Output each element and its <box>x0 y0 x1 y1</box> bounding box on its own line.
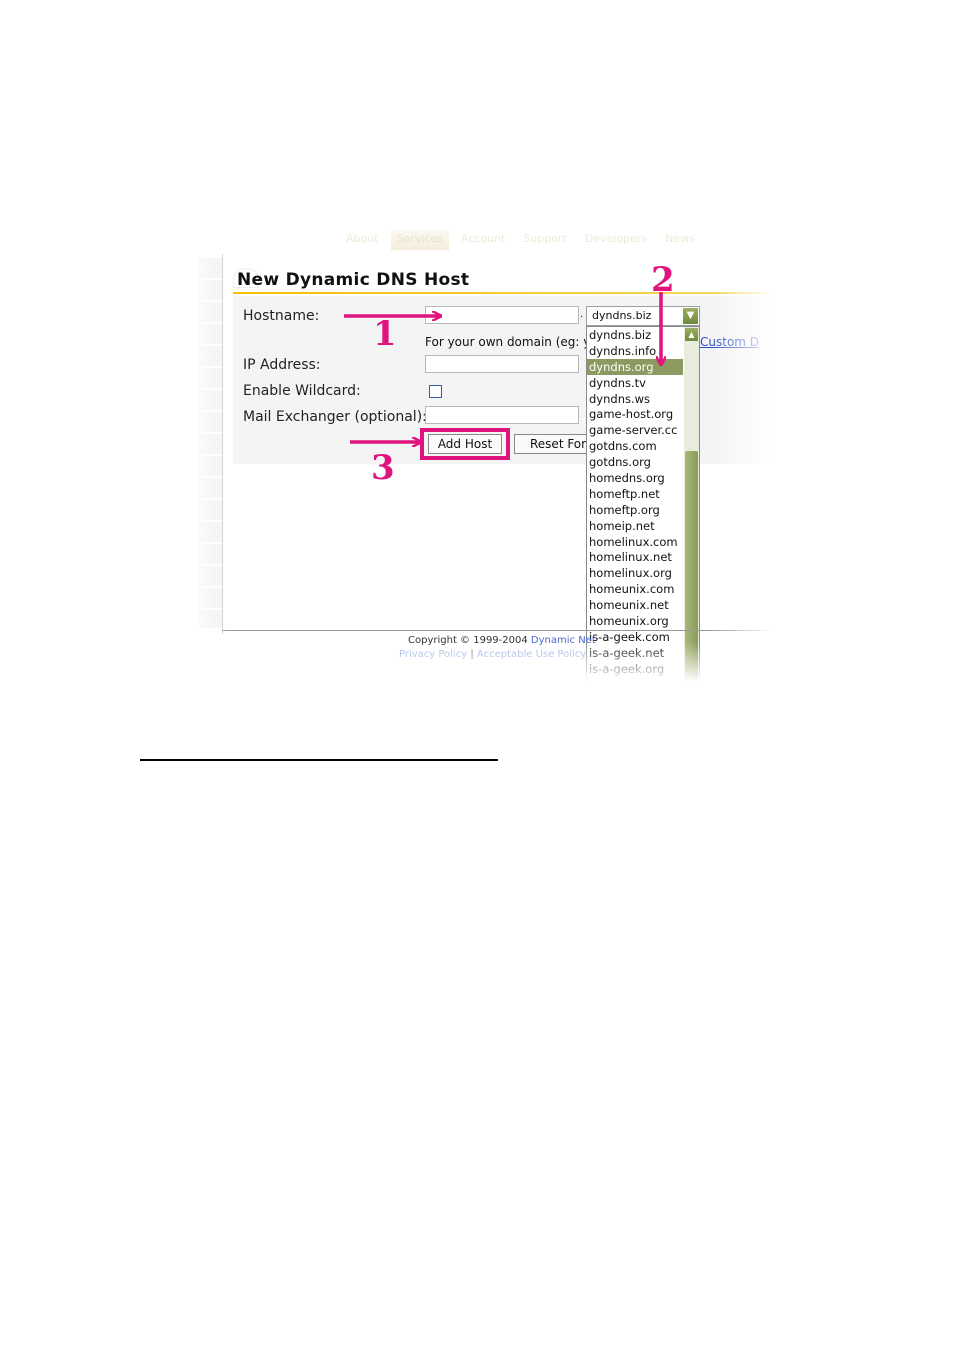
annotation-arrows <box>344 292 954 1351</box>
underline-rule <box>140 759 498 761</box>
step-2-label: 2 <box>651 260 675 300</box>
step-1-label: 1 <box>373 314 397 354</box>
step-3-label: 3 <box>371 448 395 488</box>
